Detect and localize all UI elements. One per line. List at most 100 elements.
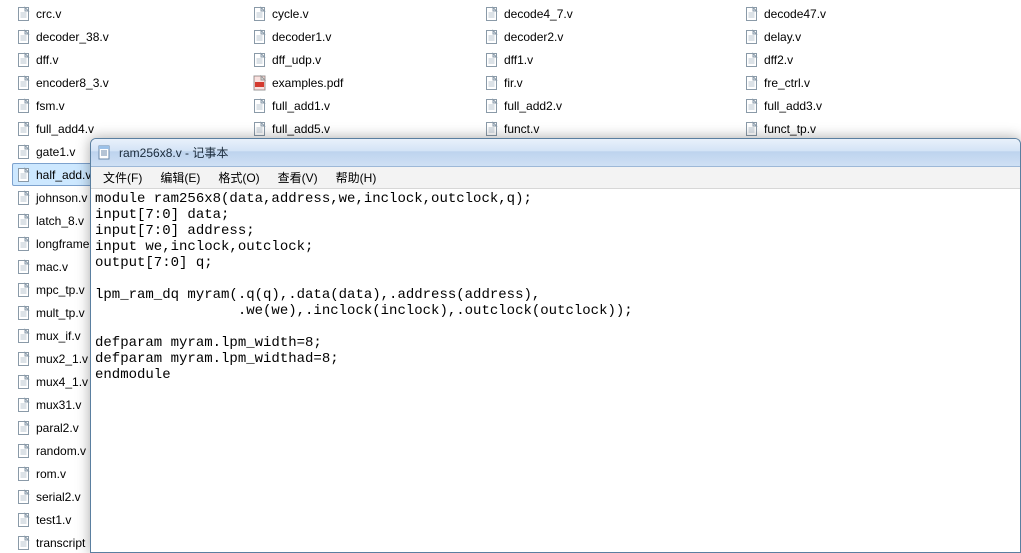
file-label: johnson.v [36, 191, 87, 205]
file-label: paral2.v [36, 421, 79, 435]
file-label: dff_udp.v [272, 53, 321, 67]
file-item[interactable]: fre_ctrl.v [740, 71, 1000, 94]
menu-edit[interactable]: 编辑(E) [152, 167, 208, 188]
menu-format[interactable]: 格式(O) [210, 167, 267, 188]
file-item[interactable]: crc.v [12, 2, 248, 25]
file-label: decoder_38.v [36, 30, 109, 44]
text-file-icon [16, 190, 32, 206]
file-label: mux31.v [36, 398, 81, 412]
text-file-icon [16, 397, 32, 413]
menu-file[interactable]: 文件(F) [95, 167, 150, 188]
text-file-icon [16, 167, 32, 183]
notepad-title: ram256x8.v - 记事本 [119, 144, 228, 161]
file-label: fre_ctrl.v [764, 76, 810, 90]
file-item[interactable]: dff_udp.v [248, 48, 480, 71]
text-file-icon [252, 98, 268, 114]
text-file-icon [252, 6, 268, 22]
file-label: delay.v [764, 30, 801, 44]
file-label: random.v [36, 444, 86, 458]
file-row: decoder_38.v decoder1.v decoder2.v delay.v [12, 25, 1021, 48]
file-label: rom.v [36, 467, 66, 481]
file-label: full_add5.v [272, 122, 330, 136]
text-file-icon [16, 466, 32, 482]
file-label: dff2.v [764, 53, 793, 67]
text-file-icon [16, 420, 32, 436]
text-file-icon [16, 443, 32, 459]
text-file-icon [744, 29, 760, 45]
file-item[interactable]: full_add4.v [12, 117, 248, 140]
file-item[interactable]: full_add2.v [480, 94, 740, 117]
file-item[interactable]: fsm.v [12, 94, 248, 117]
file-item[interactable]: funct.v [480, 117, 740, 140]
file-item[interactable]: dff1.v [480, 48, 740, 71]
text-file-icon [16, 98, 32, 114]
file-label: mux4_1.v [36, 375, 88, 389]
text-file-icon [16, 121, 32, 137]
file-item[interactable]: dff.v [12, 48, 248, 71]
text-file-icon [16, 305, 32, 321]
file-item[interactable]: examples.pdf [248, 71, 480, 94]
file-label: mux2_1.v [36, 352, 88, 366]
text-file-icon [16, 6, 32, 22]
file-label: full_add3.v [764, 99, 822, 113]
file-item[interactable]: decoder1.v [248, 25, 480, 48]
text-file-icon [252, 52, 268, 68]
file-label: mux_if.v [36, 329, 81, 343]
file-label: dff1.v [504, 53, 533, 67]
file-item[interactable]: decode4_7.v [480, 2, 740, 25]
file-item[interactable]: decoder2.v [480, 25, 740, 48]
file-label: decode4_7.v [504, 7, 573, 21]
text-file-icon [16, 75, 32, 91]
text-file-icon [16, 489, 32, 505]
file-item[interactable]: encoder8_3.v [12, 71, 248, 94]
text-file-icon [744, 121, 760, 137]
file-item[interactable]: funct_tp.v [740, 117, 1000, 140]
text-file-icon [484, 6, 500, 22]
file-item[interactable]: decoder_38.v [12, 25, 248, 48]
file-label: examples.pdf [272, 76, 343, 90]
file-row: fsm.vfull_add1.v full_add2.v full_add3.v [12, 94, 1021, 117]
menu-view[interactable]: 查看(V) [270, 167, 326, 188]
file-label: half_add.v [36, 168, 91, 182]
file-row: crc.vcycle.v decode4_7.v decode47.v [12, 2, 1021, 25]
notepad-titlebar[interactable]: ram256x8.v - 记事本 [91, 139, 1020, 167]
text-file-icon [484, 98, 500, 114]
text-file-icon [16, 144, 32, 160]
file-item[interactable]: fir.v [480, 71, 740, 94]
text-file-icon [16, 535, 32, 551]
text-file-icon [484, 52, 500, 68]
file-row: full_add4.v full_add5.v funct.v funct_tp.v [12, 117, 1021, 140]
text-file-icon [744, 98, 760, 114]
notepad-app-icon [97, 145, 113, 161]
file-label: serial2.v [36, 490, 81, 504]
file-item[interactable]: dff2.v [740, 48, 1000, 71]
file-row: encoder8_3.v examples.pdf fir.v fre_ctrl.v [12, 71, 1021, 94]
text-file-icon [744, 75, 760, 91]
text-file-icon [16, 236, 32, 252]
file-item[interactable]: full_add5.v [248, 117, 480, 140]
notepad-textarea[interactable]: module ram256x8(data,address,we,inclock,… [91, 189, 1020, 552]
text-file-icon [16, 512, 32, 528]
text-file-icon [16, 328, 32, 344]
text-file-icon [744, 52, 760, 68]
menu-help[interactable]: 帮助(H) [328, 167, 385, 188]
text-file-icon [484, 75, 500, 91]
file-label: decoder1.v [272, 30, 331, 44]
file-label: test1.v [36, 513, 71, 527]
text-file-icon [16, 52, 32, 68]
file-item[interactable]: decode47.v [740, 2, 1000, 25]
file-label: funct_tp.v [764, 122, 816, 136]
file-label: latch_8.v [36, 214, 84, 228]
file-item[interactable]: full_add3.v [740, 94, 1000, 117]
notepad-window: ram256x8.v - 记事本 文件(F) 编辑(E) 格式(O) 查看(V)… [90, 138, 1021, 553]
file-label: full_add2.v [504, 99, 562, 113]
file-item[interactable]: delay.v [740, 25, 1000, 48]
file-label: decode47.v [764, 7, 826, 21]
file-item[interactable]: full_add1.v [248, 94, 480, 117]
text-file-icon [16, 259, 32, 275]
text-file-icon [16, 374, 32, 390]
file-label: mpc_tp.v [36, 283, 85, 297]
text-file-icon [16, 351, 32, 367]
file-item[interactable]: cycle.v [248, 2, 480, 25]
file-label: funct.v [504, 122, 539, 136]
